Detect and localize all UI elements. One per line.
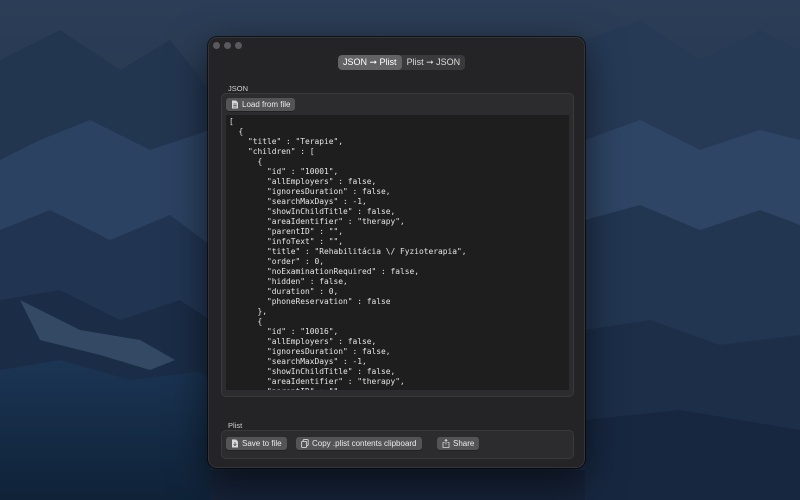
save-to-file-button[interactable]: Save to file [226,437,287,450]
json-editor[interactable]: [ { "title" : "Terapie", "children" : [ … [226,115,569,390]
save-to-file-label: Save to file [242,439,282,448]
converter-window: JSON ➞ Plist Plist ➞ JSON JSON Load from… [208,37,585,468]
json-code-text: [ { "title" : "Terapie", "children" : [ … [229,117,467,390]
plist-section-label: Plist [228,421,243,430]
copy-icon [301,439,309,448]
load-from-file-button[interactable]: Load from file [226,98,296,111]
load-from-file-label: Load from file [242,100,291,109]
document-icon [231,100,239,109]
save-document-icon [231,439,239,448]
share-icon [442,439,450,448]
close-window-button[interactable] [213,42,220,49]
mode-segmented-control: JSON ➞ Plist Plist ➞ JSON [338,55,466,70]
copy-plist-button[interactable]: Copy .plist contents clipboard [296,437,422,450]
zoom-window-button[interactable] [235,42,242,49]
json-panel: Load from file [ { "title" : "Terapie", … [221,93,574,397]
segment-json-to-plist[interactable]: JSON ➞ Plist [338,55,402,70]
window-controls [213,42,242,49]
segment-plist-to-json[interactable]: Plist ➞ JSON [402,55,466,70]
share-button[interactable]: Share [437,437,480,450]
copy-plist-label: Copy .plist contents clipboard [312,439,417,448]
json-section-label: JSON [228,84,249,93]
plist-panel: Save to file Copy .plist contents clipbo… [221,430,574,459]
minimize-window-button[interactable] [224,42,231,49]
share-label: Share [453,439,475,448]
